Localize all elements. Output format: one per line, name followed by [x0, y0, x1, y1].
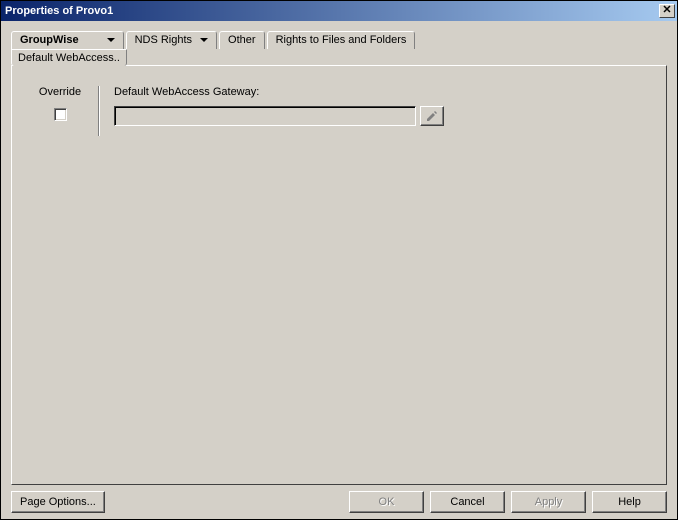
gateway-browse-button[interactable] [420, 106, 444, 126]
tab-rights-label: Rights to Files and Folders [276, 34, 407, 46]
tab-panel: Override Default WebAccess Gateway: [11, 65, 667, 485]
gateway-input[interactable] [114, 106, 416, 126]
subtab-label: Default WebAccess.. [18, 52, 120, 64]
content-area: GroupWise NDS Rights Other Rights to Fil… [1, 21, 677, 519]
dropdown-arrow-icon [107, 38, 115, 42]
gateway-input-row [114, 106, 444, 126]
close-button[interactable]: ✕ [659, 4, 675, 18]
override-checkbox[interactable] [54, 108, 67, 121]
pencil-icon [426, 110, 438, 122]
tab-other[interactable]: Other [219, 31, 265, 49]
panel-body: Override Default WebAccess Gateway: [30, 86, 648, 136]
vertical-divider [98, 86, 100, 136]
ok-label: OK [379, 496, 395, 508]
tab-container: GroupWise NDS Rights Other Rights to Fil… [11, 29, 667, 66]
tab-groupwise[interactable]: GroupWise [11, 31, 124, 49]
apply-label: Apply [535, 496, 563, 508]
cancel-button[interactable]: Cancel [430, 491, 505, 513]
tab-rights-files-folders[interactable]: Rights to Files and Folders [267, 31, 416, 49]
page-options-label: Page Options... [20, 496, 96, 508]
gateway-label: Default WebAccess Gateway: [114, 86, 648, 98]
tab-other-label: Other [228, 34, 256, 46]
dropdown-arrow-icon [200, 38, 208, 42]
subtab-default-webaccess[interactable]: Default WebAccess.. [11, 49, 127, 66]
override-label: Override [30, 86, 90, 98]
gateway-column: Default WebAccess Gateway: [114, 86, 648, 136]
tab-groupwise-label: GroupWise [20, 34, 79, 46]
tab-nds-rights[interactable]: NDS Rights [126, 31, 217, 49]
tab-nds-label: NDS Rights [135, 34, 192, 46]
window-title: Properties of Provo1 [5, 5, 113, 17]
cancel-label: Cancel [450, 496, 484, 508]
help-label: Help [618, 496, 641, 508]
tab-row-secondary: Default WebAccess.. [11, 49, 667, 66]
properties-window: Properties of Provo1 ✕ GroupWise NDS Rig… [0, 0, 678, 520]
tab-row-primary: GroupWise NDS Rights Other Rights to Fil… [11, 29, 667, 49]
close-icon: ✕ [662, 4, 671, 16]
page-options-button[interactable]: Page Options... [11, 491, 105, 513]
ok-button[interactable]: OK [349, 491, 424, 513]
override-column: Override [30, 86, 90, 136]
title-bar: Properties of Provo1 ✕ [1, 1, 677, 21]
apply-button[interactable]: Apply [511, 491, 586, 513]
button-row: Page Options... OK Cancel Apply Help [11, 485, 667, 513]
button-group-right: OK Cancel Apply Help [349, 491, 667, 513]
help-button[interactable]: Help [592, 491, 667, 513]
